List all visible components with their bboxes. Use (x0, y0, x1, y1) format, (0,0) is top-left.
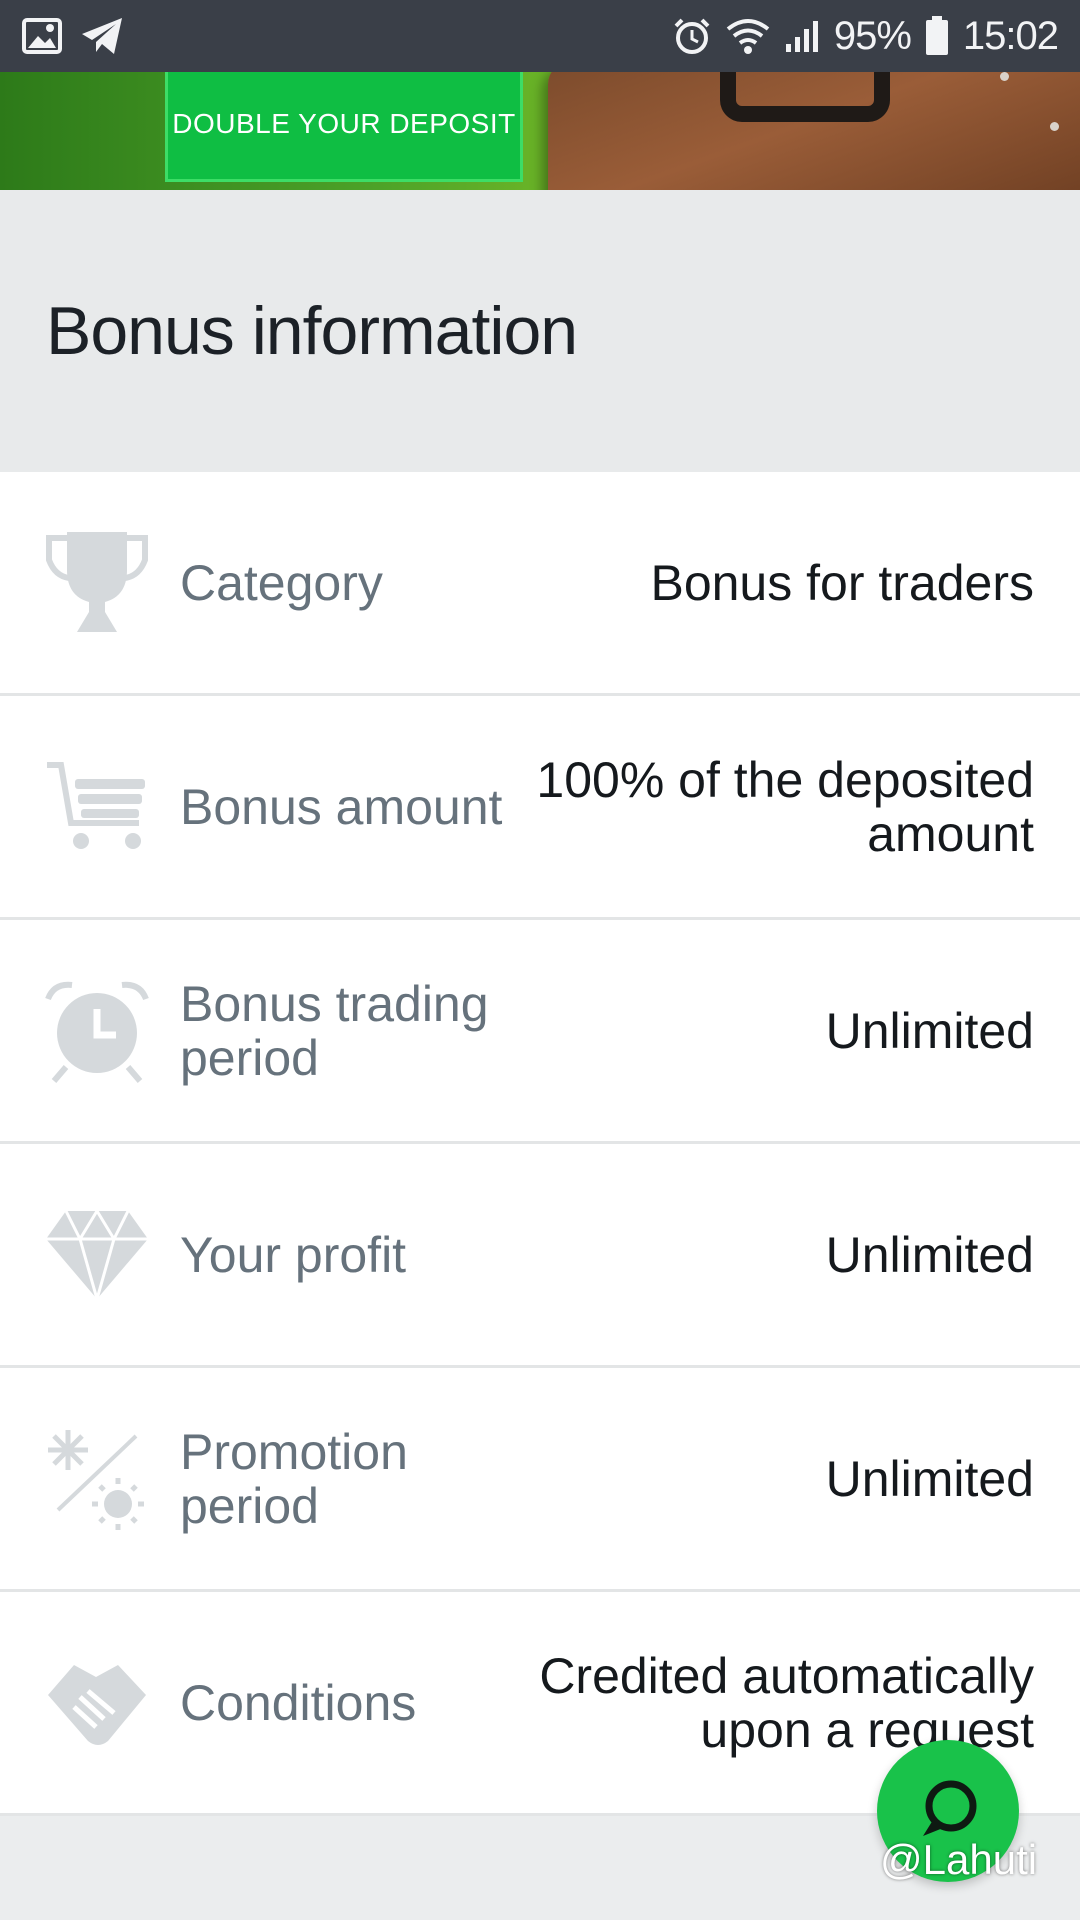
double-deposit-button[interactable]: DOUBLE YOUR DEPOSIT (165, 72, 523, 182)
bonus-info-list: Category Bonus for traders Bonus amount … (0, 472, 1080, 1816)
gallery-icon (22, 18, 62, 54)
suitcase-handle (720, 72, 890, 122)
row-label: Promotion period (180, 1423, 408, 1534)
suitcase-rivet (1000, 72, 1009, 81)
handshake-icon (44, 1592, 150, 1813)
row-value: 100% of the deposited amount (536, 751, 1034, 862)
row-value: Unlimited (825, 1226, 1034, 1283)
row-value: Bonus for traders (650, 554, 1034, 611)
watermark: @Lahuti (880, 1836, 1038, 1883)
alarm-clock-icon (44, 920, 150, 1141)
page-title: Bonus information (46, 293, 578, 369)
row-label: Your profit (180, 1226, 407, 1283)
row-label: Category (180, 554, 383, 611)
list-item: Bonus trading period Unlimited (0, 920, 1080, 1144)
signal-icon (784, 18, 820, 54)
row-label: Bonus amount (180, 778, 503, 835)
status-bar: 95% 15:02 (0, 0, 1080, 72)
season-icon (44, 1368, 150, 1589)
row-label: Conditions (180, 1674, 417, 1731)
row-value: Unlimited (825, 1450, 1034, 1507)
diamond-icon (44, 1144, 150, 1365)
promo-banner: DOUBLE YOUR DEPOSIT (0, 72, 1080, 190)
wifi-icon (726, 17, 770, 55)
status-bar-left (22, 16, 124, 56)
status-bar-right: 95% 15:02 (672, 13, 1059, 59)
battery-percent: 95% (833, 13, 912, 58)
cart-icon (44, 696, 150, 917)
row-value: Unlimited (825, 1002, 1034, 1059)
trophy-icon (44, 472, 150, 693)
clock: 15:02 (962, 13, 1059, 58)
telegram-icon (80, 16, 124, 56)
alarm-icon (672, 16, 712, 56)
row-label: Bonus trading period (180, 975, 489, 1086)
list-item: Promotion period Unlimited (0, 1368, 1080, 1592)
section-header: Bonus information (0, 190, 1080, 472)
list-item: Your profit Unlimited (0, 1144, 1080, 1368)
list-item: Bonus amount 100% of the deposited amoun… (0, 696, 1080, 920)
battery-icon (925, 16, 949, 56)
list-item: Category Bonus for traders (0, 472, 1080, 696)
suitcase-rivet (1050, 122, 1059, 131)
